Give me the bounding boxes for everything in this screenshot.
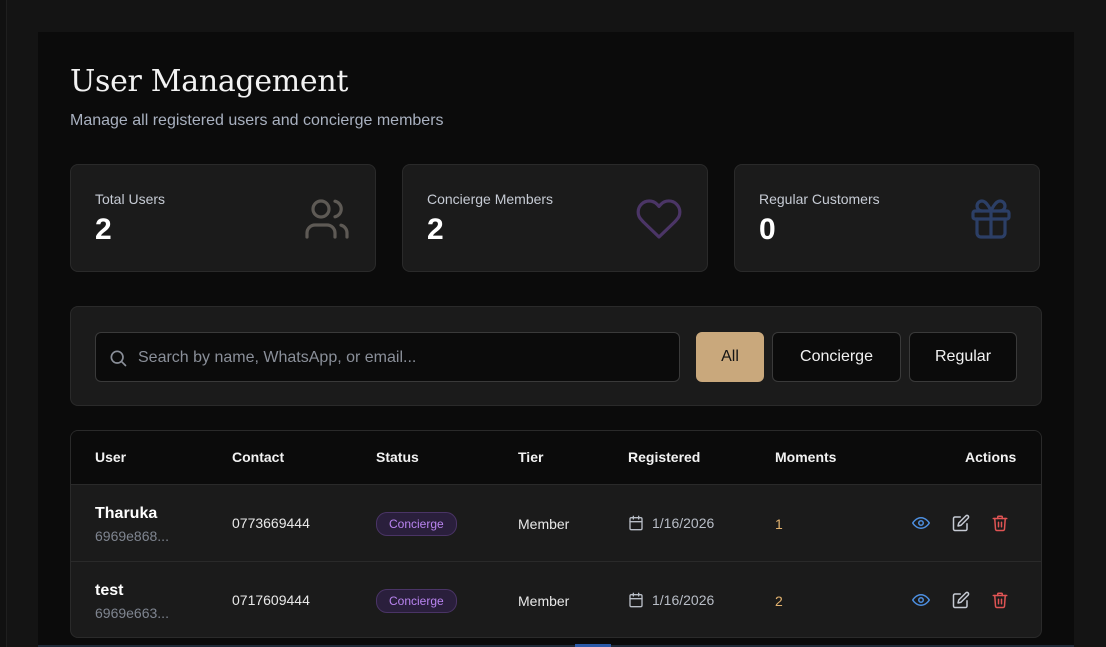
user-name: Tharuka [95, 505, 158, 522]
search-icon [110, 350, 127, 367]
calendar-icon [629, 592, 643, 608]
stat-label: Total Users [95, 191, 166, 207]
user-id: 6969e868... [95, 528, 169, 544]
trash-icon[interactable] [991, 591, 1009, 609]
user-management-panel: User Management Manage all registered us… [38, 32, 1074, 647]
moments-count: 2 [775, 593, 783, 609]
eye-icon[interactable] [912, 591, 930, 609]
user-id: 6969e663... [95, 605, 169, 621]
column-header-status: Status [376, 449, 419, 465]
stat-card-regular-customers: Regular Customers 0 [734, 164, 1040, 272]
column-header-moments: Moments [775, 449, 837, 465]
column-header-tier: Tier [518, 449, 544, 465]
user-tier: Member [518, 593, 570, 609]
registered-date: 1/16/2026 [652, 515, 715, 531]
user-name: test [95, 582, 124, 599]
edit-icon[interactable] [952, 591, 970, 609]
users-icon [305, 199, 349, 239]
column-header-actions: Actions [965, 449, 1017, 465]
user-contact: 0717609444 [232, 592, 310, 608]
status-badge: Concierge [376, 589, 457, 613]
table-row[interactable]: Tharuka 6969e868... 0773669444 Concierge… [71, 485, 1041, 562]
edit-icon[interactable] [952, 514, 970, 532]
heart-icon [636, 199, 682, 239]
stat-card-total-users: Total Users 2 [70, 164, 376, 272]
table-row[interactable]: test 6969e663... 0717609444 Concierge Me… [71, 562, 1041, 637]
trash-icon[interactable] [991, 514, 1009, 532]
registered-date: 1/16/2026 [652, 592, 715, 608]
table-header: User Contact Status Tier Registered Mome… [71, 431, 1041, 485]
filter-all-button[interactable]: All [696, 332, 764, 382]
eye-icon[interactable] [912, 514, 930, 532]
filter-concierge-button[interactable]: Concierge [772, 332, 901, 382]
user-tier: Member [518, 516, 570, 532]
column-header-contact: Contact [232, 449, 285, 465]
search-input[interactable] [136, 333, 670, 383]
stat-value: 2 [427, 213, 444, 246]
stat-value: 2 [95, 213, 112, 246]
stat-card-concierge-members: Concierge Members 2 [402, 164, 708, 272]
users-table: User Contact Status Tier Registered Mome… [70, 430, 1042, 638]
filter-bar: All Concierge Regular [70, 306, 1042, 406]
search-box[interactable] [95, 332, 680, 383]
column-header-user: User [95, 449, 127, 465]
stat-label: Regular Customers [759, 191, 880, 207]
app-sidebar-edge [0, 0, 7, 647]
calendar-icon [629, 515, 643, 531]
moments-count: 1 [775, 516, 783, 532]
status-badge: Concierge [376, 512, 457, 536]
gift-icon [971, 199, 1011, 239]
stat-label: Concierge Members [427, 191, 554, 207]
page-subtitle: Manage all registered users and concierg… [70, 112, 444, 129]
column-header-registered: Registered [628, 449, 701, 465]
page-title: User Management [70, 64, 349, 99]
user-contact: 0773669444 [232, 515, 310, 531]
stat-value: 0 [759, 213, 776, 246]
filter-regular-button[interactable]: Regular [909, 332, 1017, 382]
